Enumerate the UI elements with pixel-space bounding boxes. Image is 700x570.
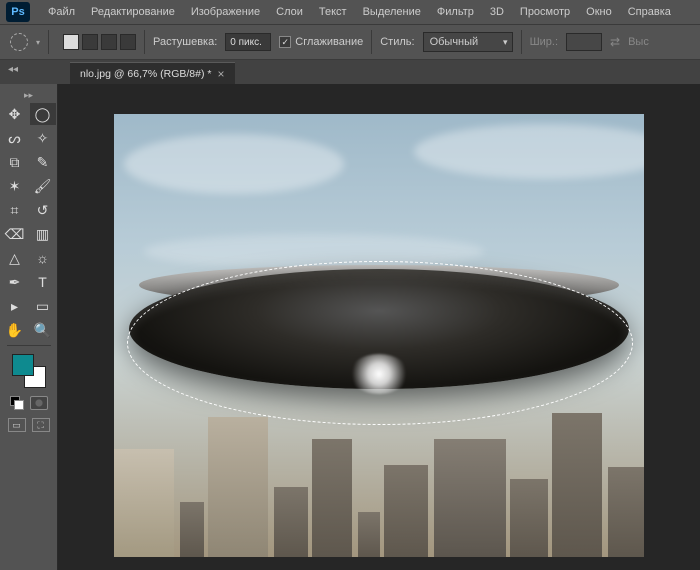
canvas-content [414,124,644,179]
brush-tool[interactable]: 🖌 [30,175,56,197]
canvas-content [124,134,344,194]
canvas[interactable] [114,114,644,557]
menu-view[interactable]: Просмотр [512,2,578,22]
clone-stamp-tool[interactable]: ⌗ [2,199,28,221]
tools-collapse-icon[interactable]: ▸▸ [2,88,56,103]
feather-label: Растушевка: [153,36,217,48]
workarea [58,84,700,570]
close-icon[interactable]: × [217,67,224,81]
width-label: Шир.: [530,36,558,48]
fg-color-swatch[interactable] [12,354,34,376]
default-colors-icon[interactable] [10,396,24,410]
dodge-tool[interactable]: ☼ [30,247,56,269]
screen-mode-alt-icon[interactable]: ⛶ [32,418,50,432]
marquee-tool[interactable]: ◯ [30,103,56,125]
hand-tool[interactable]: ✋ [2,319,28,341]
options-bar: ▾ Растушевка: ✓ Сглаживание Стиль: Обычн… [0,24,700,60]
menu-filter[interactable]: Фильтр [429,2,482,22]
rectangle-tool[interactable]: ▭ [30,295,56,317]
menu-image[interactable]: Изображение [183,2,268,22]
zoom-tool[interactable]: 🔍 [30,319,56,341]
document-tab-title: nlo.jpg @ 66,7% (RGB/8#) * [80,68,211,80]
selection-intersect-icon[interactable] [120,34,136,50]
document-tab[interactable]: nlo.jpg @ 66,7% (RGB/8#) * × [70,62,235,84]
menu-layers[interactable]: Слои [268,2,311,22]
menubar: Ps Файл Редактирование Изображение Слои … [0,0,700,24]
eraser-tool[interactable]: ⌫ [2,223,28,245]
selection-mode-group [63,34,136,50]
menu-file[interactable]: Файл [40,2,83,22]
menu-help[interactable]: Справка [620,2,679,22]
feather-input[interactable] [225,33,271,51]
path-select-tool[interactable]: ▸ [2,295,28,317]
menu-edit[interactable]: Редактирование [83,2,183,22]
menu-text[interactable]: Текст [311,2,355,22]
screen-mode-icon[interactable]: ▭ [8,418,26,432]
document-tabstrip: nlo.jpg @ 66,7% (RGB/8#) * × [0,60,700,84]
canvas-content [114,407,644,557]
canvas-content [129,239,629,409]
swap-dimensions-icon: ⇄ [610,35,620,49]
width-input [566,33,602,51]
app-logo: Ps [6,2,30,22]
tools-handle-icon[interactable]: ◂◂ [8,64,18,75]
antialias-checkbox[interactable]: ✓ Сглаживание [279,36,363,48]
menu-3d[interactable]: 3D [482,2,512,22]
tool-preset-chevron-icon[interactable]: ▾ [36,38,40,47]
quick-mask-icon[interactable] [30,396,48,410]
blur-tool[interactable]: △ [2,247,28,269]
style-label: Стиль: [380,36,414,48]
move-tool[interactable]: ✥ [2,103,28,125]
gradient-tool[interactable]: ▥ [30,223,56,245]
selection-subtract-icon[interactable] [101,34,117,50]
style-select[interactable]: Обычный [423,32,513,52]
selection-new-icon[interactable] [63,34,79,50]
color-swatches[interactable] [12,354,46,388]
menu-window[interactable]: Окно [578,2,620,22]
antialias-label: Сглаживание [295,36,363,48]
pen-tool[interactable]: ✒ [2,271,28,293]
height-label: Выс [628,36,649,48]
tools-panel: ▸▸ ✥◯ᔕ✧⧉✎✶🖌⌗↺⌫▥△☼✒T▸▭✋🔍 ▭ ⛶ [0,84,58,570]
type-tool[interactable]: T [30,271,56,293]
spot-heal-tool[interactable]: ✶ [2,175,28,197]
selection-add-icon[interactable] [82,34,98,50]
history-brush-tool[interactable]: ↺ [30,199,56,221]
magic-wand-tool[interactable]: ✧ [30,127,56,149]
marquee-ellipse-icon[interactable] [10,33,28,51]
lasso-tool[interactable]: ᔕ [2,127,28,149]
eyedropper-tool[interactable]: ✎ [30,151,56,173]
crop-tool[interactable]: ⧉ [2,151,28,173]
menu-select[interactable]: Выделение [355,2,429,22]
